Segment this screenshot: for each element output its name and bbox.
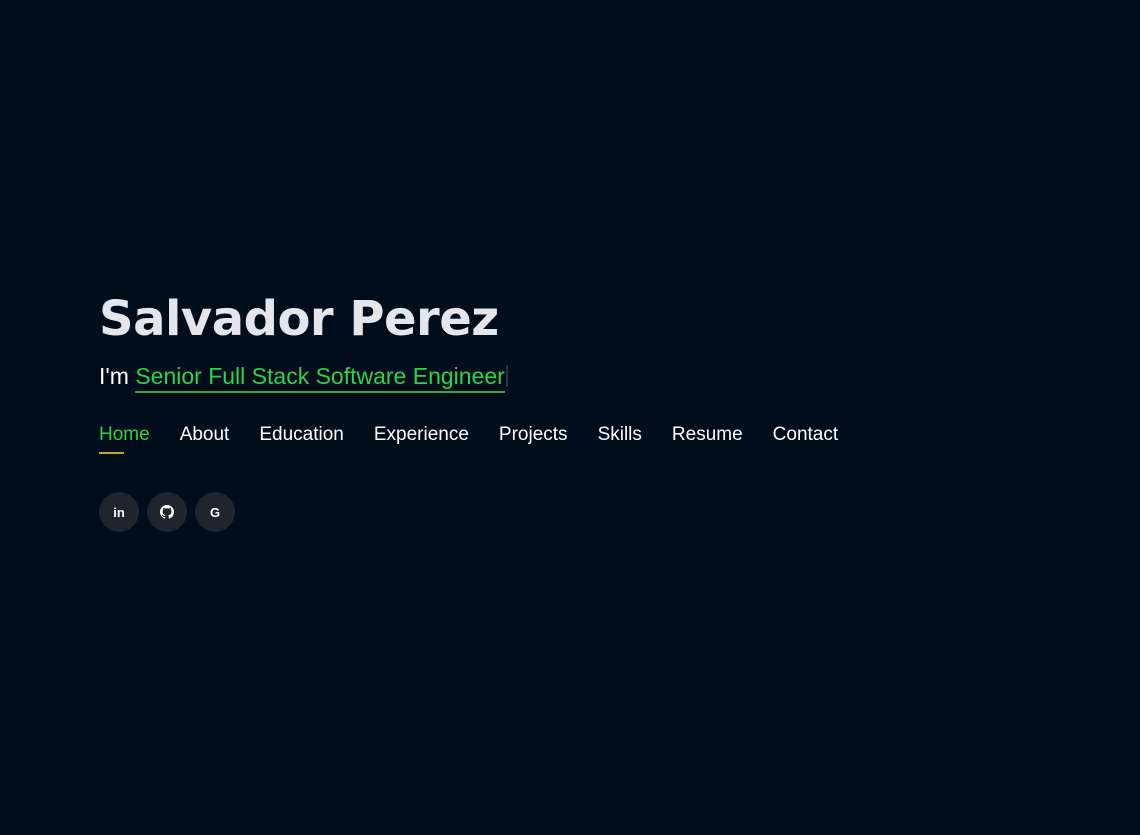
github-button[interactable]: [147, 492, 187, 532]
typing-cursor: [505, 365, 508, 387]
nav-item-skills[interactable]: Skills: [598, 418, 642, 456]
nav-item-contact[interactable]: Contact: [773, 418, 838, 456]
social-links: in G: [99, 492, 1059, 532]
tagline-typed-role: Senior Full Stack Software Engineer: [135, 362, 505, 393]
github-icon: [160, 505, 174, 519]
linkedin-button[interactable]: in: [99, 492, 139, 532]
main-nav: Home About Education Experience Projects…: [99, 418, 1059, 456]
nav-item-education[interactable]: Education: [259, 418, 344, 456]
tagline-prefix: I'm: [99, 363, 129, 389]
linkedin-icon: in: [113, 504, 125, 520]
nav-item-projects[interactable]: Projects: [499, 418, 568, 456]
nav-item-about[interactable]: About: [180, 418, 230, 456]
google-button[interactable]: G: [195, 492, 235, 532]
nav-item-resume[interactable]: Resume: [672, 418, 743, 456]
google-icon: G: [209, 504, 221, 520]
hero-section: Salvador Perez I'm Senior Full Stack Sof…: [99, 286, 1059, 532]
hero-name: Salvador Perez: [99, 291, 499, 347]
nav-item-home[interactable]: Home: [99, 418, 150, 456]
hero-tagline: I'm Senior Full Stack Software Engineer: [99, 360, 1059, 394]
nav-item-experience[interactable]: Experience: [374, 418, 469, 456]
